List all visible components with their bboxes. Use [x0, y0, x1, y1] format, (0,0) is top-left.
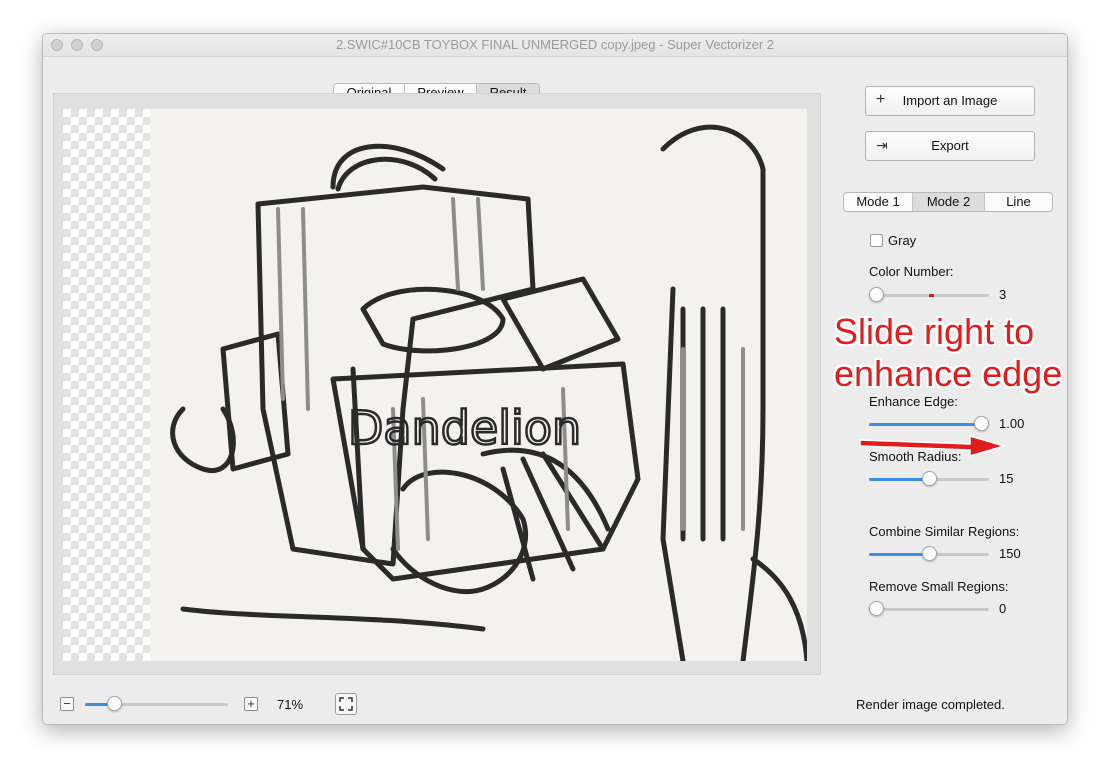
smooth-radius-slider[interactable] [869, 471, 989, 487]
import-image-button[interactable]: + Import an Image [865, 86, 1035, 116]
color-number-label: Color Number: [869, 264, 954, 279]
annotation-arrow [859, 434, 1007, 458]
combine-similar-slider[interactable] [869, 546, 989, 562]
zoom-percent: 71% [277, 697, 304, 712]
color-number-slider[interactable] [869, 287, 989, 303]
slider-knob[interactable] [869, 601, 884, 616]
remove-small-slider[interactable] [869, 601, 989, 617]
remove-small-label: Remove Small Regions: [869, 579, 1009, 594]
remove-small-value: 0 [999, 601, 1007, 616]
fullscreen-icon [339, 697, 353, 711]
title-bar: 2.SWIC#10CB TOYBOX FINAL UNMERGED copy.j… [43, 34, 1067, 57]
status-text: Render image completed. [856, 697, 1005, 712]
gray-checkbox[interactable] [870, 234, 883, 247]
mode-segmented-control: Mode 1 Mode 2 Line [843, 192, 1053, 212]
window-title: 2.SWIC#10CB TOYBOX FINAL UNMERGED copy.j… [335, 37, 775, 52]
color-number-value: 3 [999, 287, 1007, 302]
combine-similar-label: Combine Similar Regions: [869, 524, 1020, 539]
result-image[interactable]: Dandelion [63, 109, 807, 661]
gray-label: Gray [888, 233, 917, 248]
zoom-in-button[interactable]: + [244, 697, 258, 711]
annotation-line-2: enhance edge [834, 353, 1063, 394]
slider-knob[interactable] [106, 696, 122, 711]
zoom-out-button[interactable]: − [60, 697, 74, 711]
enhance-edge-label: Enhance Edge: [869, 394, 958, 409]
minus-icon: − [63, 696, 71, 711]
slider-knob[interactable] [921, 546, 937, 561]
plus-icon: + [247, 696, 255, 711]
slider-knob[interactable] [921, 471, 937, 486]
vectorized-drawing: Dandelion [170, 124, 807, 661]
fit-to-window-button[interactable] [335, 693, 357, 715]
tab-mode-1[interactable]: Mode 1 [844, 193, 913, 211]
canvas-text: Dandelion [348, 401, 581, 455]
annotation-line-1: Slide right to [834, 311, 1035, 352]
slider-knob[interactable] [869, 287, 884, 302]
slider-marker [929, 294, 934, 297]
tab-line[interactable]: Line [985, 193, 1052, 211]
zoom-slider[interactable] [85, 696, 228, 712]
tab-mode-2[interactable]: Mode 2 [913, 193, 985, 211]
smooth-radius-value: 15 [999, 471, 1014, 486]
combine-similar-value: 150 [999, 546, 1021, 561]
export-button[interactable]: ⇥ Export [865, 131, 1035, 161]
